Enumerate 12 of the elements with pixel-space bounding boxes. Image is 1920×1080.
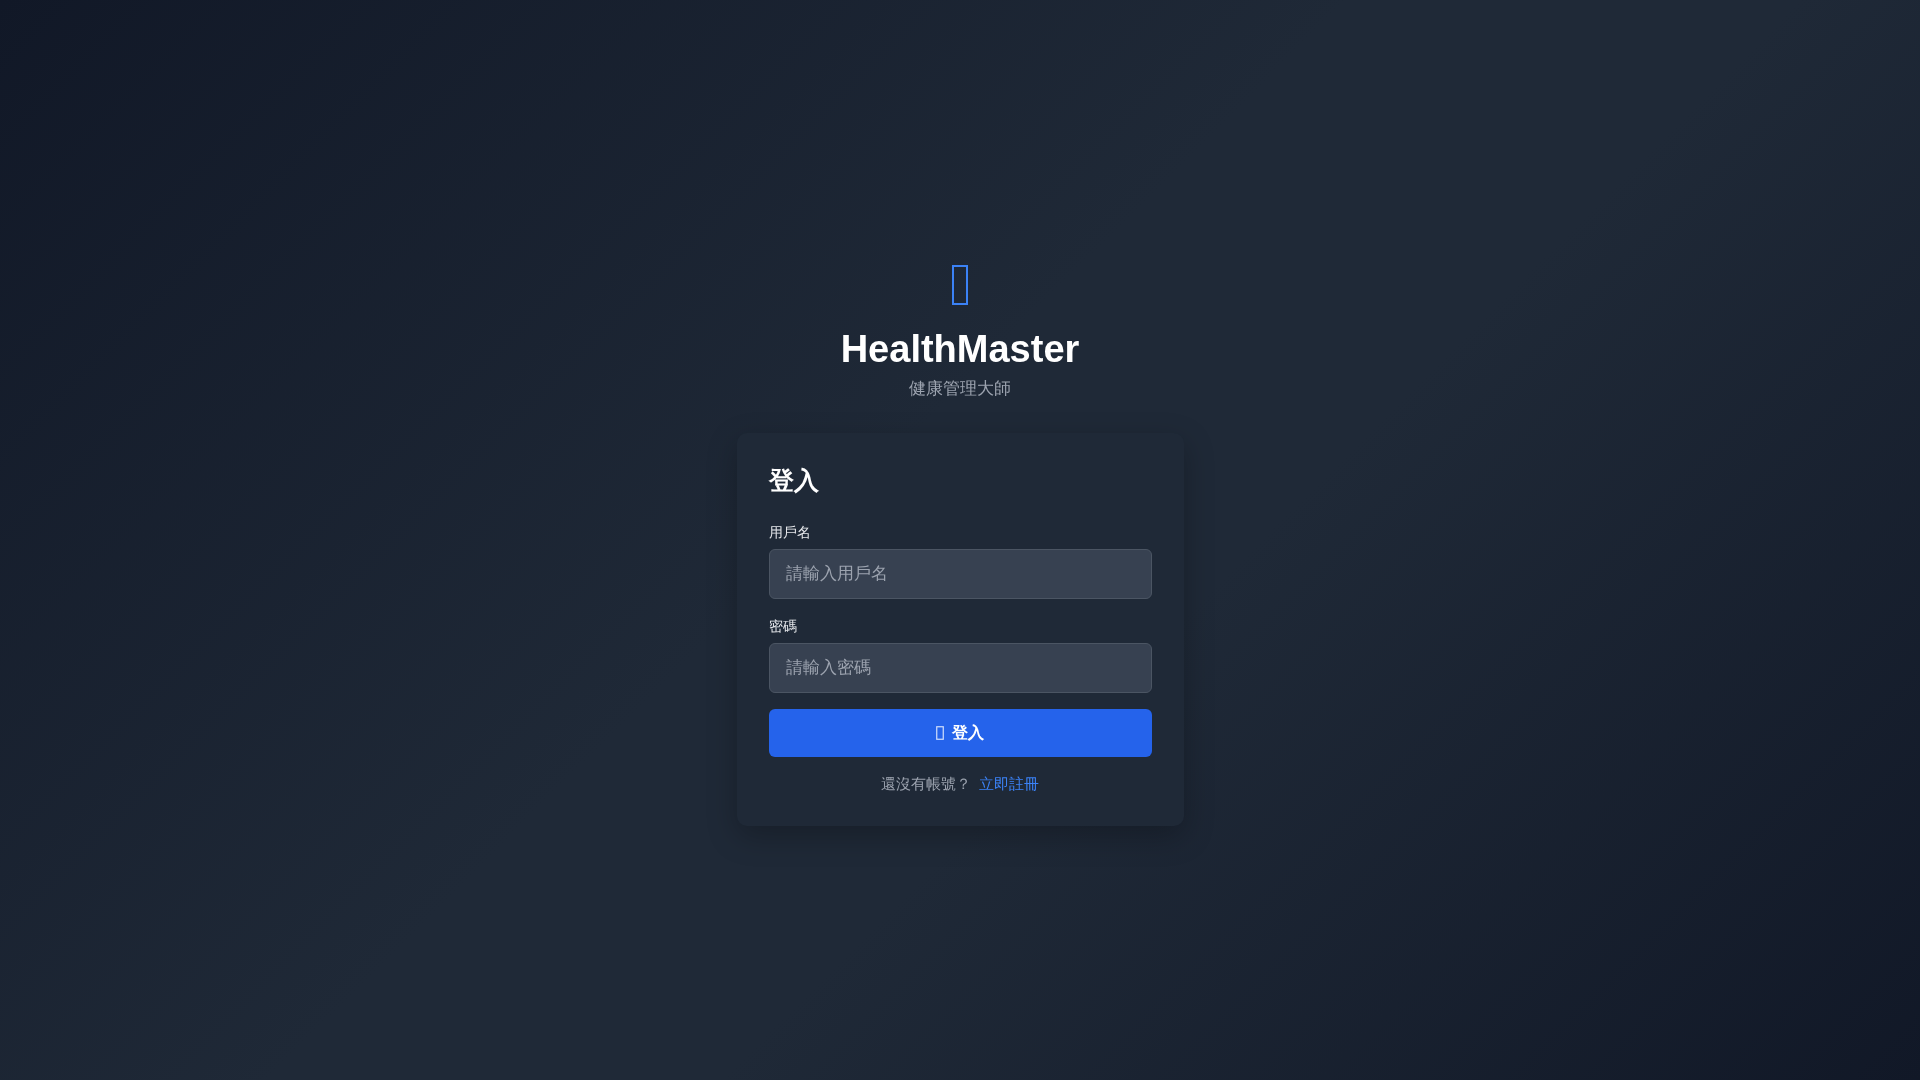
card-heading: 登入 — [768, 465, 820, 496]
missing-glyph-icon — [952, 265, 968, 305]
login-button[interactable]: 登入 — [768, 709, 1152, 757]
missing-glyph-icon — [936, 726, 944, 740]
input-field[interactable]: 請輸入用戶名 — [768, 549, 1152, 599]
app-title: HealthMaster — [840, 327, 1080, 371]
field-label: 用戶名 — [768, 523, 812, 541]
register-link[interactable]: 立即註冊 — [979, 775, 1040, 792]
input-field[interactable]: 請輸入密碼 — [768, 643, 1152, 693]
app-subtitle: 健康管理大師 — [909, 378, 1011, 400]
field-label: 密碼 — [768, 617, 798, 635]
register-prompt: 還沒有帳號？ — [880, 775, 971, 792]
